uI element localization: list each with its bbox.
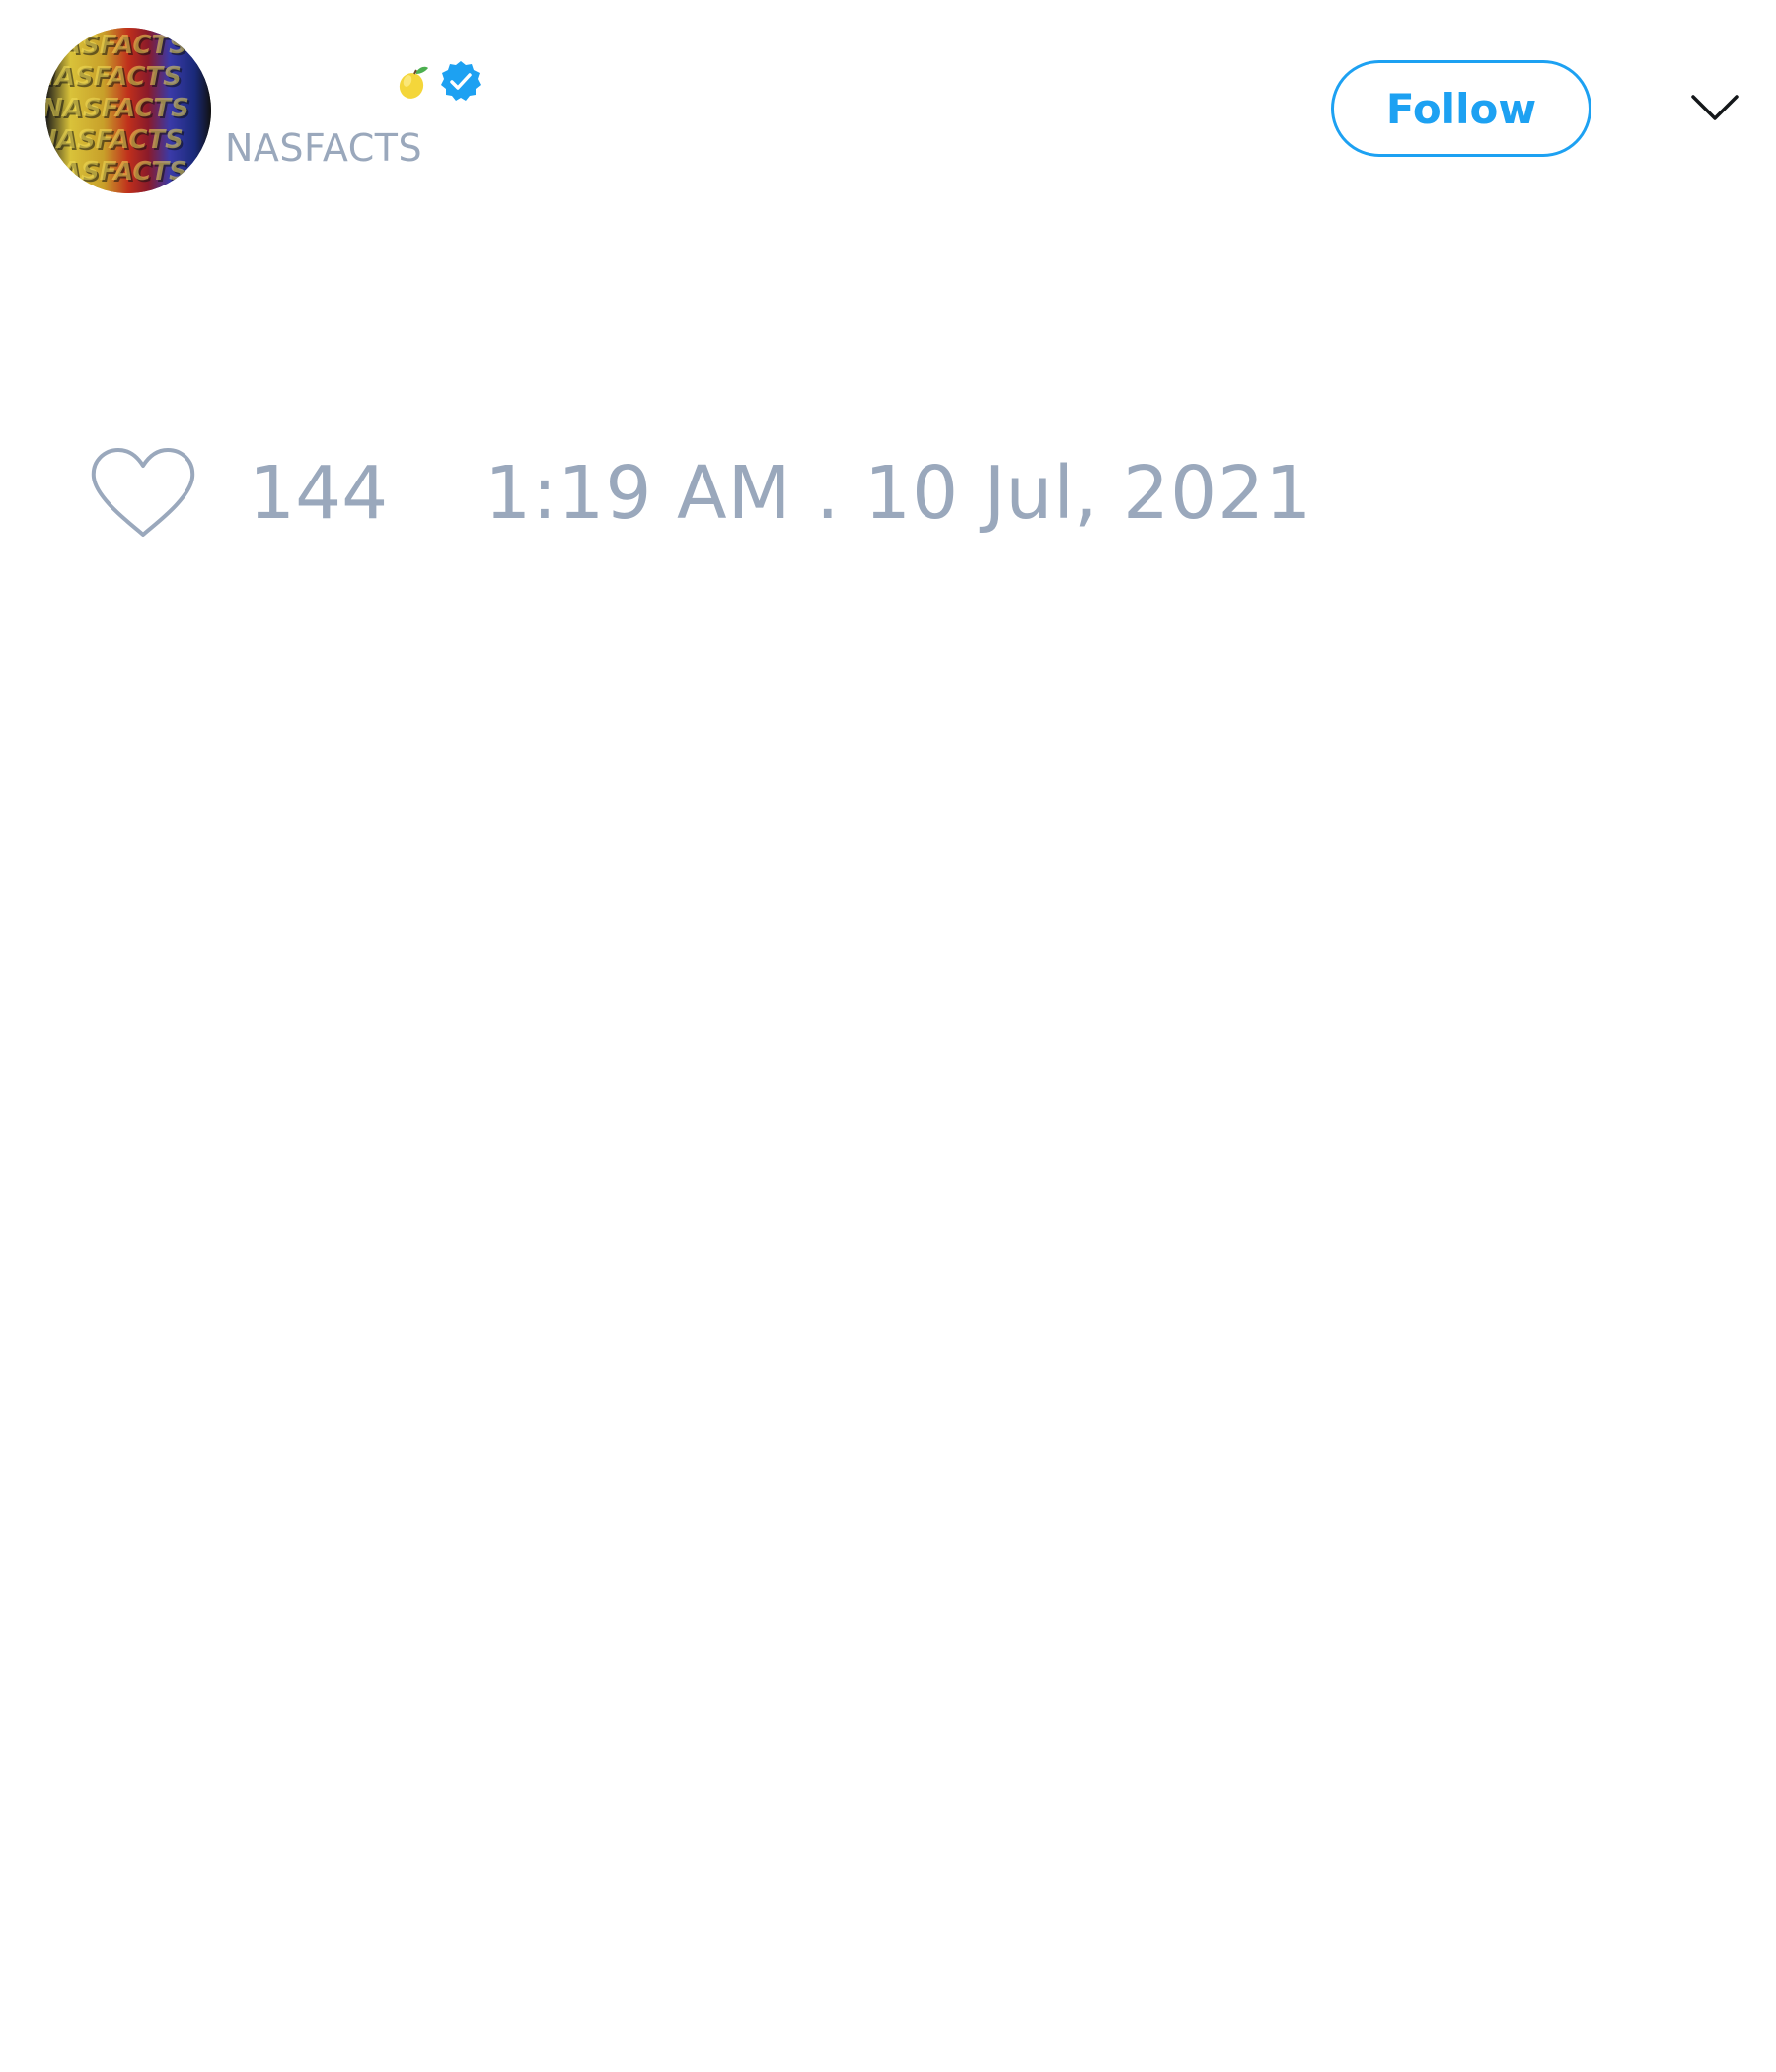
verified-badge-icon [438, 59, 483, 105]
author-name-row [225, 57, 483, 107]
tweet-timestamp[interactable]: 1:19 AM . 10 Jul, 2021 [484, 451, 1312, 536]
svg-text:NASFACTS: NASFACTS [45, 62, 182, 92]
svg-text:NASFACTS: NASFACTS [45, 31, 187, 60]
avatar[interactable]: NASFACTS NASFACTS NASFACTS NASFACTS NASF… [45, 28, 211, 193]
svg-text:NASFACTS: NASFACTS [45, 157, 187, 186]
svg-text:NASFACTS: NASFACTS [45, 125, 184, 155]
lemon-icon [393, 62, 432, 102]
chevron-down-icon[interactable] [1689, 91, 1740, 124]
tweet-footer: 144 1:19 AM . 10 Jul, 2021 [89, 446, 1312, 541]
like-count: 144 [249, 451, 389, 536]
heart-icon[interactable] [89, 446, 197, 541]
author-handle[interactable]: NASFACTS [225, 126, 422, 170]
svg-text:NASFACTS: NASFACTS [45, 94, 189, 123]
avatar-image: NASFACTS NASFACTS NASFACTS NASFACTS NASF… [45, 28, 211, 193]
follow-button[interactable]: Follow [1331, 60, 1591, 157]
